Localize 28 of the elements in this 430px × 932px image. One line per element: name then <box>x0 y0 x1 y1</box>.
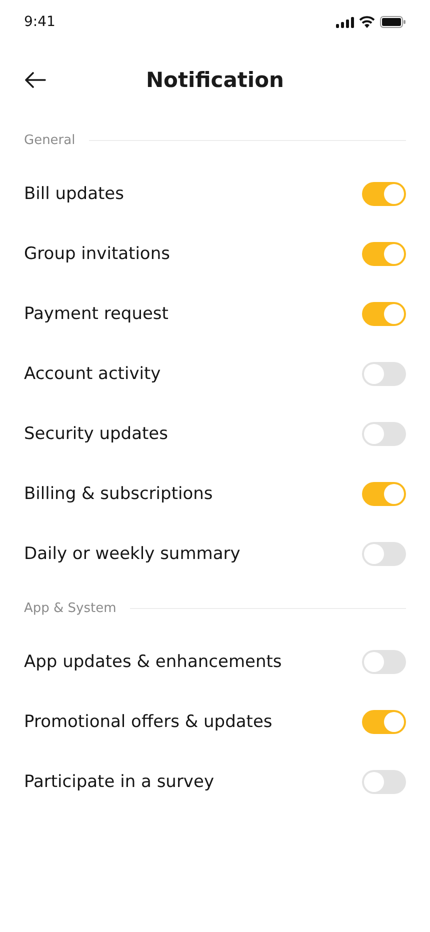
setting-label: Participate in a survey <box>24 772 214 792</box>
setting-label: Security updates <box>24 424 168 444</box>
toggle-switch[interactable] <box>362 710 406 734</box>
signal-icon <box>336 16 354 28</box>
toggle-switch[interactable] <box>362 182 406 206</box>
section-title: General <box>24 132 76 148</box>
section-title: App & System <box>24 600 116 616</box>
setting-label: Promotional offers & updates <box>24 712 272 732</box>
setting-label: Group invitations <box>24 244 170 264</box>
toggle-switch[interactable] <box>362 422 406 446</box>
back-arrow-icon <box>24 72 46 88</box>
toggle-switch[interactable] <box>362 770 406 794</box>
battery-icon <box>380 16 406 28</box>
setting-label: Bill updates <box>24 184 124 204</box>
setting-label: Billing & subscriptions <box>24 484 213 504</box>
toggle-switch[interactable] <box>362 542 406 566</box>
setting-label: App updates & enhancements <box>24 652 282 672</box>
toggle-switch[interactable] <box>362 302 406 326</box>
toggle-switch[interactable] <box>362 362 406 386</box>
toggle-switch[interactable] <box>362 242 406 266</box>
toggle-switch[interactable] <box>362 482 406 506</box>
page-title: Notification <box>146 68 284 92</box>
setting-label: Account activity <box>24 364 161 384</box>
toggle-switch[interactable] <box>362 650 406 674</box>
status-time: 9:41 <box>24 14 56 30</box>
wifi-icon <box>359 16 375 28</box>
setting-label: Daily or weekly summary <box>24 544 240 564</box>
setting-label: Payment request <box>24 304 168 324</box>
